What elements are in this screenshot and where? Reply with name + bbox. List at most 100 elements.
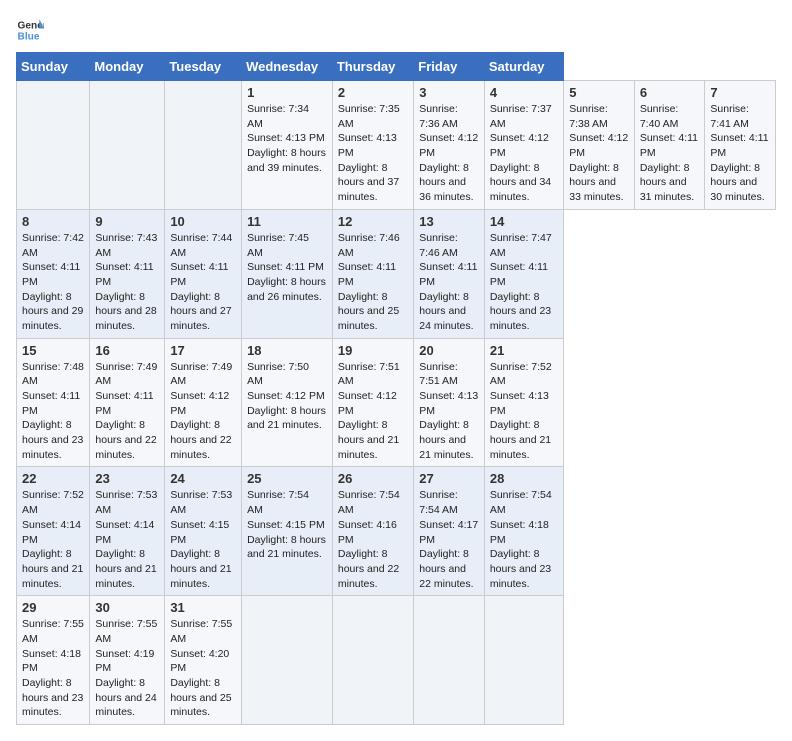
day-info: Sunrise: 7:55 AMSunset: 4:19 PMDaylight:… [95, 618, 157, 718]
calendar-cell: 7 Sunrise: 7:41 AMSunset: 4:11 PMDayligh… [705, 81, 776, 210]
calendar-cell [484, 596, 563, 725]
calendar-cell: 24 Sunrise: 7:53 AMSunset: 4:15 PMDaylig… [165, 467, 242, 596]
day-info: Sunrise: 7:55 AMSunset: 4:18 PMDaylight:… [22, 618, 84, 718]
day-number: 21 [490, 343, 558, 358]
day-info: Sunrise: 7:48 AMSunset: 4:11 PMDaylight:… [22, 361, 84, 461]
day-number: 15 [22, 343, 84, 358]
day-info: Sunrise: 7:46 AMSunset: 4:11 PMDaylight:… [419, 232, 477, 332]
day-number: 12 [338, 214, 408, 229]
calendar-table: SundayMondayTuesdayWednesdayThursdayFrid… [16, 52, 776, 725]
day-info: Sunrise: 7:50 AMSunset: 4:12 PMDaylight:… [247, 361, 326, 432]
day-info: Sunrise: 7:38 AMSunset: 4:12 PMDaylight:… [569, 103, 628, 203]
logo: General Blue [16, 16, 44, 44]
day-info: Sunrise: 7:54 AMSunset: 4:15 PMDaylight:… [247, 489, 326, 560]
day-info: Sunrise: 7:52 AMSunset: 4:14 PMDaylight:… [22, 489, 84, 589]
day-info: Sunrise: 7:51 AMSunset: 4:13 PMDaylight:… [419, 361, 478, 461]
calendar-cell: 13 Sunrise: 7:46 AMSunset: 4:11 PMDaylig… [414, 209, 485, 338]
calendar-cell: 25 Sunrise: 7:54 AMSunset: 4:15 PMDaylig… [242, 467, 333, 596]
day-number: 31 [170, 600, 236, 615]
day-info: Sunrise: 7:54 AMSunset: 4:16 PMDaylight:… [338, 489, 400, 589]
calendar-cell [90, 81, 165, 210]
col-header-wednesday: Wednesday [242, 53, 333, 81]
day-number: 30 [95, 600, 159, 615]
day-number: 20 [419, 343, 479, 358]
day-info: Sunrise: 7:54 AMSunset: 4:18 PMDaylight:… [490, 489, 552, 589]
calendar-cell: 21 Sunrise: 7:52 AMSunset: 4:13 PMDaylig… [484, 338, 563, 467]
calendar-cell: 27 Sunrise: 7:54 AMSunset: 4:17 PMDaylig… [414, 467, 485, 596]
day-number: 4 [490, 85, 558, 100]
calendar-cell: 8 Sunrise: 7:42 AMSunset: 4:11 PMDayligh… [17, 209, 90, 338]
calendar-cell: 18 Sunrise: 7:50 AMSunset: 4:12 PMDaylig… [242, 338, 333, 467]
day-info: Sunrise: 7:53 AMSunset: 4:15 PMDaylight:… [170, 489, 232, 589]
logo-icon: General Blue [16, 16, 44, 44]
day-info: Sunrise: 7:46 AMSunset: 4:11 PMDaylight:… [338, 232, 400, 332]
calendar-cell: 2 Sunrise: 7:35 AMSunset: 4:13 PMDayligh… [332, 81, 413, 210]
day-number: 29 [22, 600, 84, 615]
day-info: Sunrise: 7:37 AMSunset: 4:12 PMDaylight:… [490, 103, 552, 203]
calendar-cell: 10 Sunrise: 7:44 AMSunset: 4:11 PMDaylig… [165, 209, 242, 338]
day-info: Sunrise: 7:45 AMSunset: 4:11 PMDaylight:… [247, 232, 326, 303]
day-number: 25 [247, 471, 327, 486]
calendar-cell: 17 Sunrise: 7:49 AMSunset: 4:12 PMDaylig… [165, 338, 242, 467]
day-number: 7 [710, 85, 770, 100]
col-header-sunday: Sunday [17, 53, 90, 81]
day-number: 10 [170, 214, 236, 229]
calendar-cell: 12 Sunrise: 7:46 AMSunset: 4:11 PMDaylig… [332, 209, 413, 338]
calendar-cell: 23 Sunrise: 7:53 AMSunset: 4:14 PMDaylig… [90, 467, 165, 596]
day-number: 16 [95, 343, 159, 358]
day-info: Sunrise: 7:55 AMSunset: 4:20 PMDaylight:… [170, 618, 232, 718]
calendar-cell: 29 Sunrise: 7:55 AMSunset: 4:18 PMDaylig… [17, 596, 90, 725]
calendar-cell: 31 Sunrise: 7:55 AMSunset: 4:20 PMDaylig… [165, 596, 242, 725]
day-info: Sunrise: 7:36 AMSunset: 4:12 PMDaylight:… [419, 103, 478, 203]
day-number: 9 [95, 214, 159, 229]
calendar-cell: 20 Sunrise: 7:51 AMSunset: 4:13 PMDaylig… [414, 338, 485, 467]
col-header-friday: Friday [414, 53, 485, 81]
day-number: 6 [640, 85, 700, 100]
day-number: 18 [247, 343, 327, 358]
calendar-cell: 30 Sunrise: 7:55 AMSunset: 4:19 PMDaylig… [90, 596, 165, 725]
calendar-cell: 6 Sunrise: 7:40 AMSunset: 4:11 PMDayligh… [634, 81, 705, 210]
day-info: Sunrise: 7:52 AMSunset: 4:13 PMDaylight:… [490, 361, 552, 461]
day-info: Sunrise: 7:43 AMSunset: 4:11 PMDaylight:… [95, 232, 157, 332]
calendar-cell: 22 Sunrise: 7:52 AMSunset: 4:14 PMDaylig… [17, 467, 90, 596]
calendar-cell: 26 Sunrise: 7:54 AMSunset: 4:16 PMDaylig… [332, 467, 413, 596]
calendar-cell [17, 81, 90, 210]
svg-text:Blue: Blue [18, 31, 40, 42]
calendar-cell: 14 Sunrise: 7:47 AMSunset: 4:11 PMDaylig… [484, 209, 563, 338]
day-number: 28 [490, 471, 558, 486]
day-number: 3 [419, 85, 479, 100]
calendar-cell: 15 Sunrise: 7:48 AMSunset: 4:11 PMDaylig… [17, 338, 90, 467]
calendar-cell: 3 Sunrise: 7:36 AMSunset: 4:12 PMDayligh… [414, 81, 485, 210]
day-number: 27 [419, 471, 479, 486]
calendar-week-3: 15 Sunrise: 7:48 AMSunset: 4:11 PMDaylig… [17, 338, 776, 467]
calendar-cell: 5 Sunrise: 7:38 AMSunset: 4:12 PMDayligh… [564, 81, 635, 210]
day-info: Sunrise: 7:49 AMSunset: 4:11 PMDaylight:… [95, 361, 157, 461]
day-number: 13 [419, 214, 479, 229]
day-number: 22 [22, 471, 84, 486]
day-number: 23 [95, 471, 159, 486]
calendar-week-5: 29 Sunrise: 7:55 AMSunset: 4:18 PMDaylig… [17, 596, 776, 725]
col-header-tuesday: Tuesday [165, 53, 242, 81]
day-number: 24 [170, 471, 236, 486]
day-number: 5 [569, 85, 629, 100]
day-info: Sunrise: 7:53 AMSunset: 4:14 PMDaylight:… [95, 489, 157, 589]
day-info: Sunrise: 7:41 AMSunset: 4:11 PMDaylight:… [710, 103, 768, 203]
day-info: Sunrise: 7:44 AMSunset: 4:11 PMDaylight:… [170, 232, 232, 332]
calendar-week-1: 1 Sunrise: 7:34 AMSunset: 4:13 PMDayligh… [17, 81, 776, 210]
calendar-cell [165, 81, 242, 210]
day-number: 17 [170, 343, 236, 358]
day-info: Sunrise: 7:54 AMSunset: 4:17 PMDaylight:… [419, 489, 478, 589]
day-info: Sunrise: 7:35 AMSunset: 4:13 PMDaylight:… [338, 103, 400, 203]
page-header: General Blue [16, 16, 776, 44]
calendar-cell [332, 596, 413, 725]
day-number: 2 [338, 85, 408, 100]
day-number: 14 [490, 214, 558, 229]
calendar-cell [242, 596, 333, 725]
day-info: Sunrise: 7:47 AMSunset: 4:11 PMDaylight:… [490, 232, 552, 332]
calendar-cell: 4 Sunrise: 7:37 AMSunset: 4:12 PMDayligh… [484, 81, 563, 210]
calendar-cell: 28 Sunrise: 7:54 AMSunset: 4:18 PMDaylig… [484, 467, 563, 596]
col-header-thursday: Thursday [332, 53, 413, 81]
day-info: Sunrise: 7:40 AMSunset: 4:11 PMDaylight:… [640, 103, 698, 203]
calendar-week-2: 8 Sunrise: 7:42 AMSunset: 4:11 PMDayligh… [17, 209, 776, 338]
calendar-cell: 1 Sunrise: 7:34 AMSunset: 4:13 PMDayligh… [242, 81, 333, 210]
